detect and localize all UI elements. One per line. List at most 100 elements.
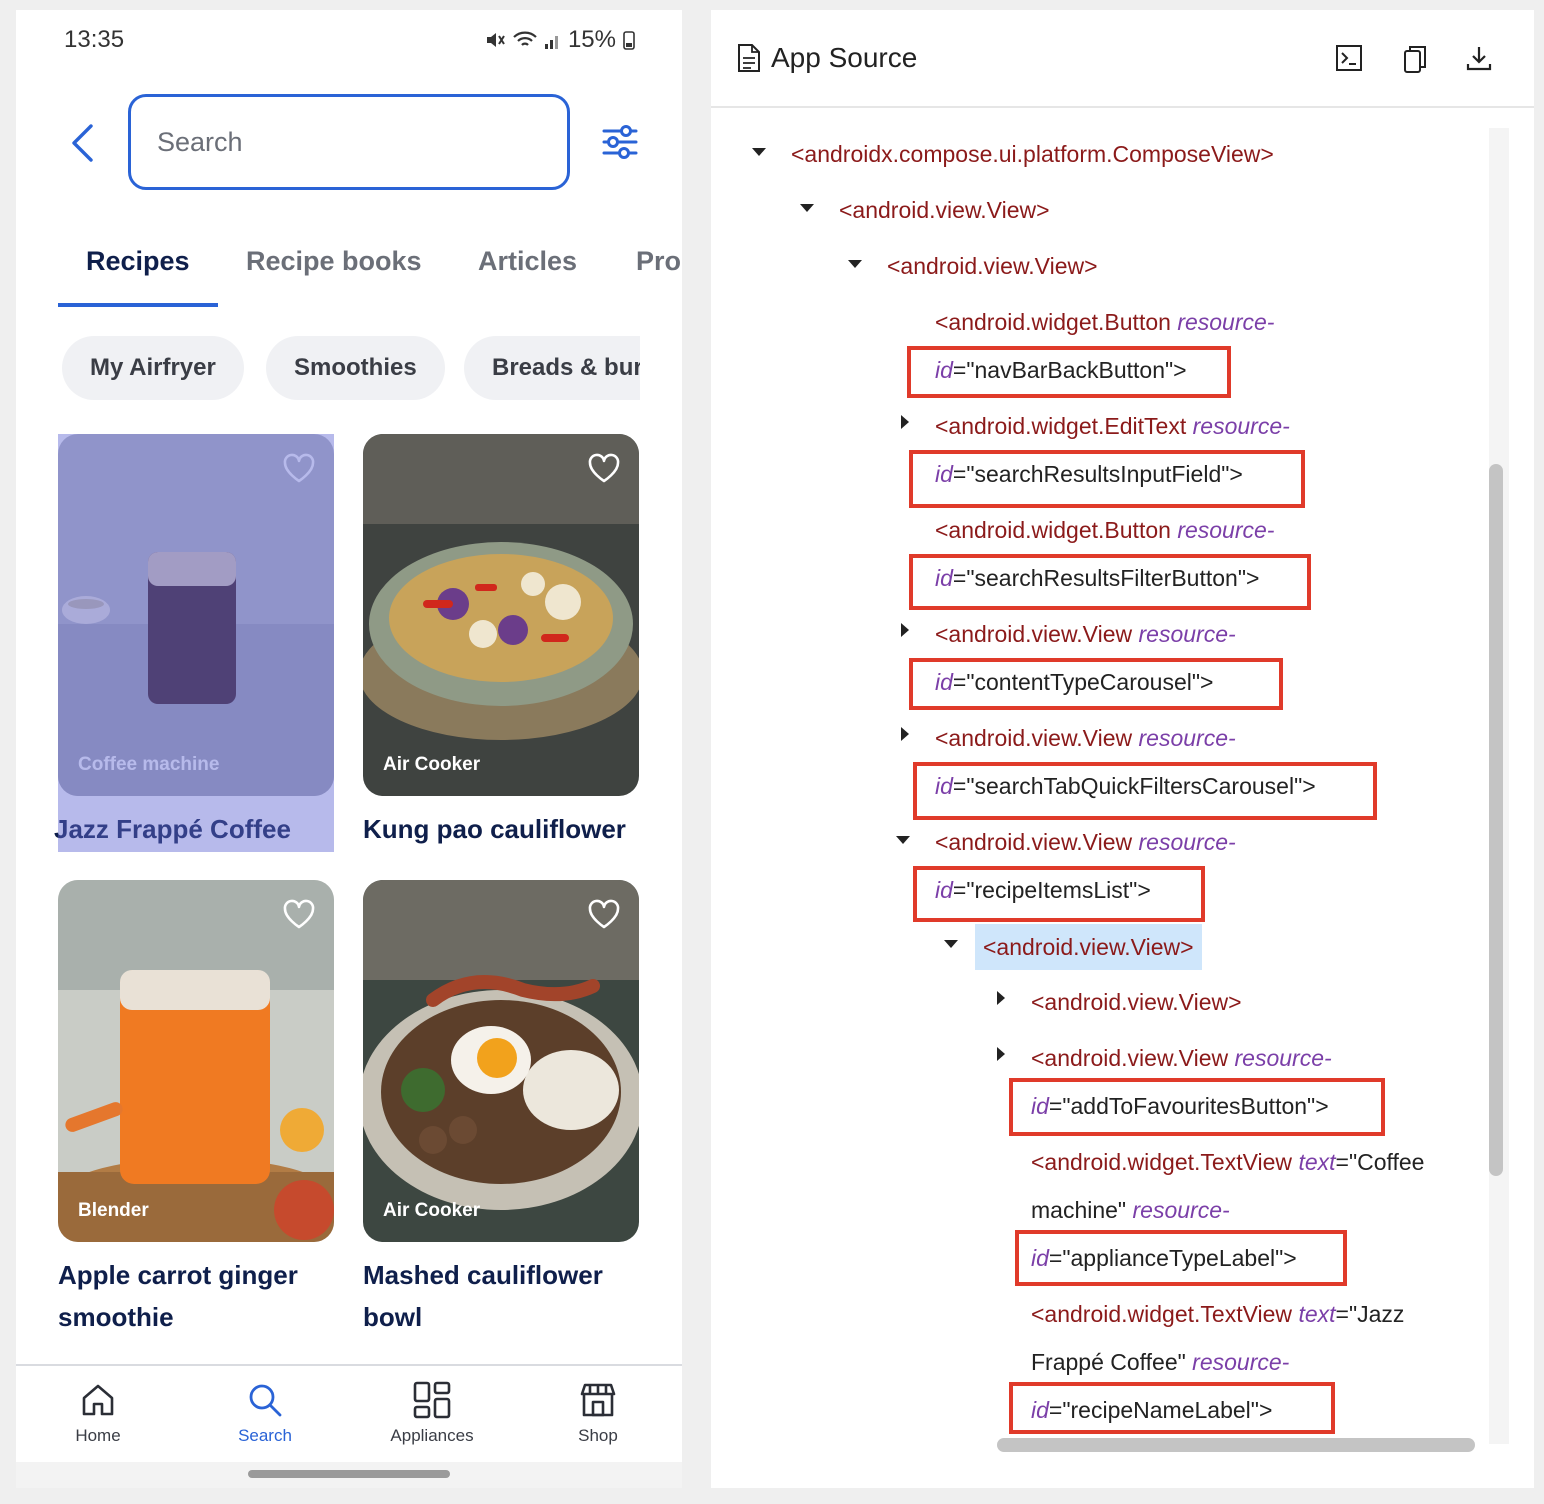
chip-smoothies[interactable]: Smoothies xyxy=(266,336,445,400)
tree-node[interactable]: <android.widget.TextView text="Coffee xyxy=(1031,1142,1424,1182)
recipe-image: Air Cooker xyxy=(363,434,639,796)
appliance-type-label: Air Cooker xyxy=(383,754,481,775)
home-icon xyxy=(82,1384,114,1416)
terminal-button[interactable] xyxy=(1335,44,1367,76)
tree-node-id: id="applianceTypeLabel"> xyxy=(1031,1245,1297,1271)
tree-node[interactable]: <android.widget.TextView text="Jazz xyxy=(1031,1294,1404,1334)
battery-percent: 15% xyxy=(567,26,616,53)
shop-icon xyxy=(580,1383,616,1417)
quick-filter-chips: My Airfryer Smoothies Breads & bur xyxy=(62,336,640,400)
recipe-name: Mashed cauliflower bowl xyxy=(363,1254,653,1338)
caret-down-icon[interactable] xyxy=(847,256,863,272)
wifi-icon xyxy=(513,31,537,46)
download-icon xyxy=(1466,47,1492,71)
nav-shop-label: Shop xyxy=(578,1426,618,1445)
nav-back-button[interactable] xyxy=(60,118,104,168)
search-input[interactable] xyxy=(131,97,567,187)
active-tab-indicator xyxy=(58,303,218,307)
caret-right-icon[interactable] xyxy=(897,726,913,742)
nav-appliances-label: Appliances xyxy=(390,1426,474,1445)
recipe-name-line: bowl xyxy=(363,1302,423,1332)
grid-icon xyxy=(413,1381,451,1419)
recipe-name: Kung pao cauliflower xyxy=(363,814,626,844)
tab-articles[interactable]: Articles xyxy=(478,246,577,277)
content-type-tabs: Recipes Recipe books Articles Pro xyxy=(58,246,682,310)
horizontal-scrollbar[interactable] xyxy=(997,1438,1475,1452)
chip-breads[interactable]: Breads & bur xyxy=(464,336,640,400)
tree-node[interactable]: <android.view.View resource- xyxy=(935,614,1236,654)
caret-down-icon[interactable] xyxy=(895,832,911,848)
filter-button[interactable] xyxy=(600,122,640,162)
copy-xml-button[interactable] xyxy=(1401,44,1433,76)
mute-icon xyxy=(486,33,505,47)
tree-node[interactable]: <android.view.View> xyxy=(1031,982,1242,1022)
caret-right-icon[interactable] xyxy=(897,622,913,638)
app-source-header: App Source xyxy=(711,10,1534,108)
tree-node[interactable]: <android.widget.Button resource- xyxy=(935,302,1274,342)
recipe-name: Jazz Frappé Coffee xyxy=(54,814,291,844)
tree-node-id: id="navBarBackButton"> xyxy=(935,357,1187,383)
caret-right-icon[interactable] xyxy=(993,990,1009,1006)
status-bar: 13:35 15% xyxy=(16,10,682,66)
tree-node[interactable]: <android.view.View resource- xyxy=(1031,1038,1332,1078)
heart-icon xyxy=(588,899,620,929)
nav-search[interactable]: Search xyxy=(205,1380,325,1446)
tree-node-selected[interactable]: <android.view.View> xyxy=(975,924,1202,970)
tab-recipe-books[interactable]: Recipe books xyxy=(246,246,422,277)
search-icon xyxy=(249,1384,282,1417)
tree-node-id: id="searchResultsFilterButton"> xyxy=(935,565,1260,591)
download-button[interactable] xyxy=(1465,44,1497,76)
recipe-name-line: Mashed cauliflower xyxy=(363,1260,603,1290)
caret-down-icon[interactable] xyxy=(799,200,815,216)
tree-node-id: id="recipeNameLabel"> xyxy=(1031,1397,1273,1423)
app-source-panel: App Source <androidx.compose.ui.platform… xyxy=(711,10,1534,1488)
tree-node[interactable]: <android.widget.EditText resource- xyxy=(935,406,1290,446)
status-icons: 15% xyxy=(484,26,636,54)
tree-node-id: id="searchResultsInputField"> xyxy=(935,461,1243,487)
tree-node[interactable]: <android.view.View resource- xyxy=(935,718,1236,758)
nav-home-label: Home xyxy=(75,1426,121,1445)
tree-node-id: id="searchTabQuickFiltersCarousel"> xyxy=(935,773,1316,799)
terminal-icon xyxy=(1336,45,1362,71)
caret-right-icon[interactable] xyxy=(897,414,913,430)
chip-my-airfryer[interactable]: My Airfryer xyxy=(62,336,244,400)
tree-node-id: id="addToFavouritesButton"> xyxy=(1031,1093,1329,1119)
heart-icon xyxy=(283,453,315,483)
caret-down-icon[interactable] xyxy=(943,936,959,952)
status-time: 13:35 xyxy=(64,26,125,53)
add-to-favourites-button[interactable] xyxy=(282,898,316,932)
search-field[interactable] xyxy=(128,94,570,190)
heart-icon xyxy=(588,453,620,483)
add-to-favourites-button[interactable] xyxy=(587,898,621,932)
nav-appliances[interactable]: Appliances xyxy=(372,1380,492,1446)
add-to-favourites-button[interactable] xyxy=(587,452,621,486)
recipe-name-line: smoothie xyxy=(58,1302,174,1332)
caret-right-icon[interactable] xyxy=(993,1046,1009,1062)
tree-node-id: id="recipeItemsList"> xyxy=(935,877,1151,903)
sliders-icon xyxy=(602,125,638,159)
tree-node-cont: machine" resource- xyxy=(1031,1197,1230,1223)
tree-node[interactable]: <android.view.View> xyxy=(887,246,1098,286)
recipe-name-line: Apple carrot ginger xyxy=(58,1260,298,1290)
xml-tree: <androidx.compose.ui.platform.ComposeVie… xyxy=(735,128,1489,1444)
caret-down-icon[interactable] xyxy=(751,144,767,160)
tree-node[interactable]: <android.view.View resource- xyxy=(935,822,1236,862)
tree-node[interactable]: <android.widget.Button resource- xyxy=(935,510,1274,550)
tab-recipes[interactable]: Recipes xyxy=(86,246,190,277)
tree-node[interactable]: <androidx.compose.ui.platform.ComposeVie… xyxy=(791,134,1274,174)
recipe-image: Blender xyxy=(58,880,334,1242)
app-source-title: App Source xyxy=(737,42,917,74)
tree-node-id: id="contentTypeCarousel"> xyxy=(935,669,1214,695)
appliance-type-label: Coffee machine xyxy=(78,754,220,775)
add-to-favourites-button[interactable] xyxy=(282,452,316,486)
appliance-type-label: Air Cooker xyxy=(383,1200,481,1221)
recipe-name: Apple carrot ginger smoothie xyxy=(58,1254,348,1338)
tab-programs[interactable]: Pro xyxy=(636,246,681,277)
nav-shop[interactable]: Shop xyxy=(538,1380,658,1446)
vertical-scrollbar[interactable] xyxy=(1489,464,1503,1176)
heart-icon xyxy=(283,899,315,929)
nav-home[interactable]: Home xyxy=(38,1380,158,1446)
recipe-image: Air Cooker xyxy=(363,880,639,1242)
tree-node[interactable]: <android.view.View> xyxy=(839,190,1050,230)
home-indicator[interactable] xyxy=(248,1470,450,1478)
